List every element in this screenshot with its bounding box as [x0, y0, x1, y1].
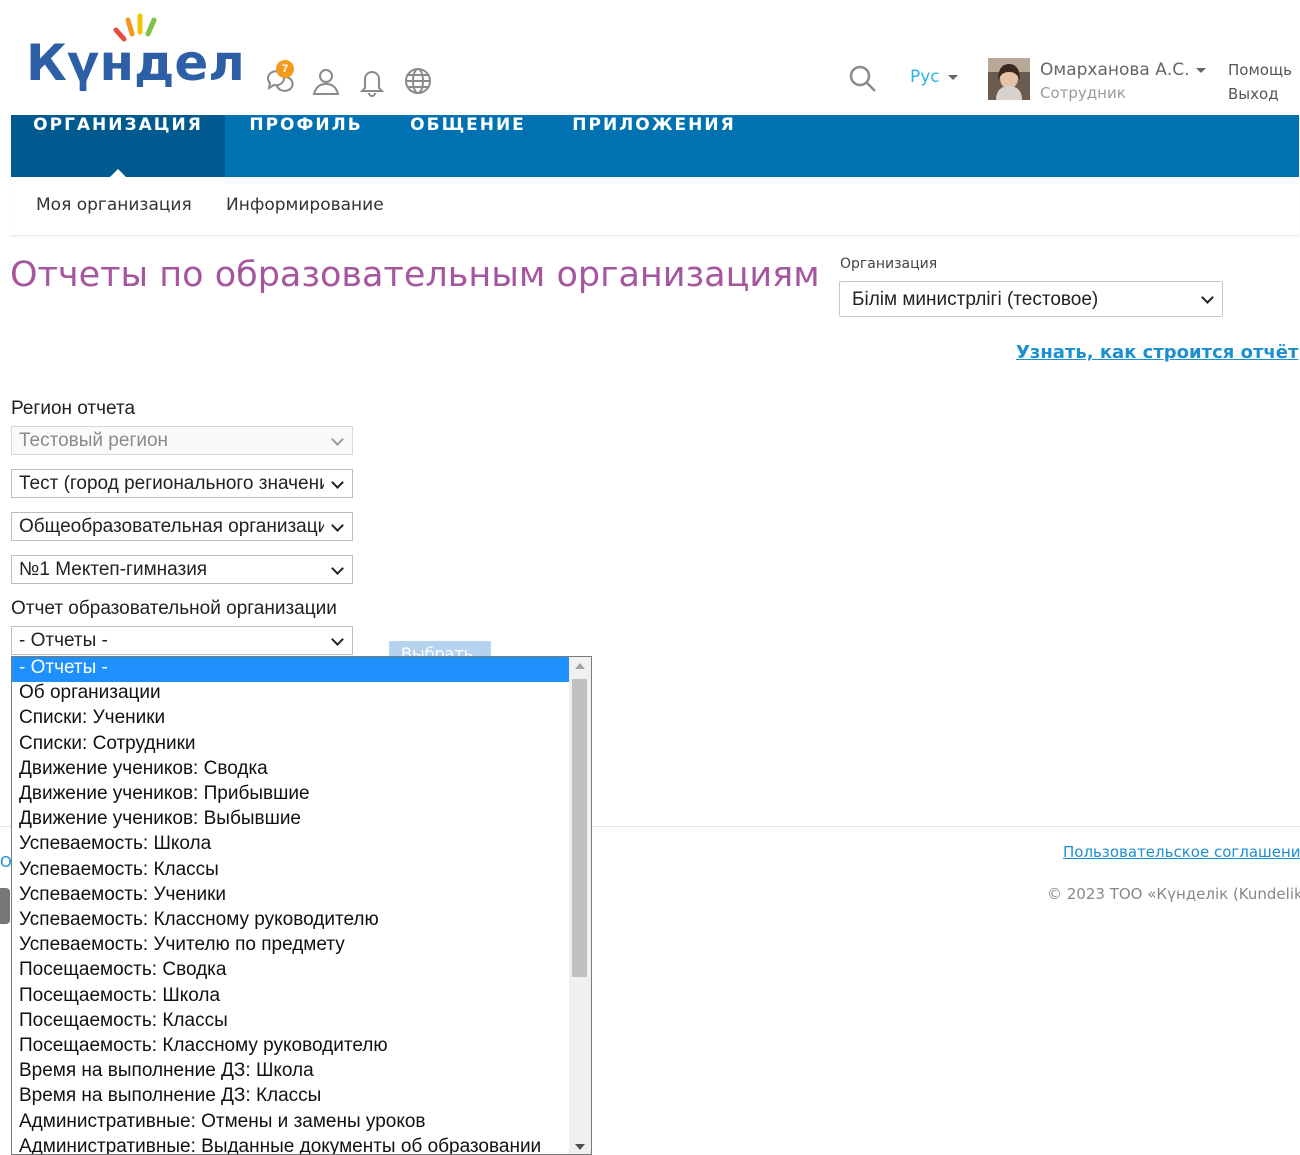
chevron-down-icon — [947, 74, 958, 80]
city-select[interactable]: Тест (город регионального значения) — [11, 469, 353, 498]
side-handle[interactable] — [0, 888, 10, 924]
chevron-down-icon — [1195, 67, 1206, 73]
user-icon[interactable] — [309, 64, 343, 98]
dropdown-option[interactable]: Успеваемость: Классы — [12, 859, 569, 884]
page-title: Отчеты по образовательным организациям — [10, 255, 820, 295]
dropdown-option[interactable]: Движение учеников: Сводка — [12, 758, 569, 783]
dropdown-option[interactable]: Посещаемость: Классы — [12, 1010, 569, 1035]
bell-icon[interactable] — [355, 64, 389, 98]
chat-icon[interactable]: 7 — [262, 60, 296, 98]
globe-icon[interactable] — [401, 64, 435, 98]
report-value: - Отчеты - — [19, 630, 108, 651]
school-value: №1 Мектеп-гимназия — [19, 559, 208, 580]
chevron-down-icon — [331, 432, 344, 446]
organization-type-value: Общеобразовательная организация — [19, 516, 324, 537]
language-selector[interactable]: Рус — [910, 67, 958, 87]
tab-communication[interactable]: ОБЩЕНИЕ — [387, 115, 549, 177]
dropdown-option[interactable]: Административные: Отмены и замены уроков — [12, 1111, 569, 1136]
dropdown-option[interactable]: Успеваемость: Школа — [12, 833, 569, 858]
subnav-informing[interactable]: Информирование — [226, 195, 384, 215]
chevron-down-icon — [331, 518, 344, 532]
tab-profile[interactable]: ПРОФИЛЬ — [225, 115, 387, 177]
organization-select[interactable]: Білім министрлігі (тестовое) — [839, 281, 1223, 317]
copyright: © 2023 ТОО «Күнделік (Kundelik)» — [1047, 885, 1300, 903]
dropdown-option[interactable]: Списки: Ученики — [12, 707, 569, 732]
tab-applications[interactable]: ПРИЛОЖЕНИЯ — [549, 115, 759, 177]
dropdown-option[interactable]: Время на выполнение ДЗ: Школа — [12, 1060, 569, 1085]
search-icon[interactable] — [848, 64, 878, 94]
select-button[interactable]: Выбрать — [389, 641, 491, 657]
sub-nav: Моя организация Информирование — [11, 177, 1299, 236]
dropdown-option[interactable]: Посещаемость: Классному руководителю — [12, 1035, 569, 1060]
report-dropdown-list[interactable]: - Отчеты - Об организации Списки: Ученики С… — [11, 656, 592, 1155]
logout-link[interactable]: Выход — [1228, 85, 1279, 103]
user-name: Омарханова А.С. — [1040, 60, 1190, 80]
report-label: Отчет образовательной организации — [11, 598, 337, 619]
region-value: Тестовый регион — [19, 430, 169, 451]
scroll-up-icon[interactable] — [575, 663, 585, 669]
organization-label: Организация — [840, 256, 938, 272]
user-role: Сотрудник — [1040, 84, 1126, 102]
kundelik-logo[interactable]: Күнделік — [24, 12, 244, 104]
dropdown-scrollbar[interactable] — [569, 657, 591, 1154]
dropdown-option[interactable]: Движение учеников: Выбывшие — [12, 808, 569, 833]
language-label: Рус — [910, 67, 940, 87]
dropdown-option[interactable]: Посещаемость: Сводка — [12, 959, 569, 984]
main-nav: ОРГАНИЗАЦИЯ ПРОФИЛЬ ОБЩЕНИЕ ПРИЛОЖЕНИЯ — [11, 115, 1299, 177]
region-label: Регион отчета — [11, 398, 136, 419]
avatar[interactable] — [988, 58, 1030, 100]
dropdown-option[interactable]: Административные: Выданные документы об … — [12, 1136, 569, 1154]
dropdown-option[interactable]: Успеваемость: Учителю по предмету — [12, 934, 569, 959]
school-select[interactable]: №1 Мектеп-гимназия — [11, 555, 353, 584]
organization-type-select[interactable]: Общеобразовательная организация — [11, 512, 353, 541]
dropdown-option[interactable]: - Отчеты - — [12, 657, 569, 682]
chevron-down-icon — [331, 561, 344, 575]
user-agreement-link[interactable]: Пользовательское соглашение — [1063, 843, 1300, 861]
dropdown-option[interactable]: Движение учеников: Прибывшие — [12, 783, 569, 808]
svg-text:Күнделік: Күнделік — [26, 34, 244, 92]
dropdown-option[interactable]: Об организации — [12, 682, 569, 707]
chevron-down-icon — [331, 632, 344, 646]
organization-value: Білім министрлігі (тестовое) — [852, 289, 1099, 310]
report-select[interactable]: - Отчеты - — [11, 626, 353, 655]
chevron-down-icon — [1201, 291, 1214, 304]
user-name-menu[interactable]: Омарханова А.С. — [1040, 60, 1206, 80]
how-report-built-link[interactable]: Узнать, как строится отчёт — [1016, 342, 1298, 363]
notification-badge: 7 — [276, 60, 294, 78]
chevron-down-icon — [331, 475, 344, 489]
region-select: Тестовый регион — [11, 426, 353, 455]
city-value: Тест (город регионального значения) — [19, 473, 324, 494]
dropdown-option[interactable]: Списки: Сотрудники — [12, 733, 569, 758]
tab-organization[interactable]: ОРГАНИЗАЦИЯ — [11, 115, 225, 177]
dropdown-option[interactable]: Посещаемость: Школа — [12, 985, 569, 1010]
dropdown-option[interactable]: Успеваемость: Классному руководителю — [12, 909, 569, 934]
scrollbar-thumb[interactable] — [572, 679, 587, 977]
subnav-my-organization[interactable]: Моя организация — [36, 195, 192, 215]
dropdown-option[interactable]: Время на выполнение ДЗ: Классы — [12, 1085, 569, 1110]
dropdown-option[interactable]: Успеваемость: Ученики — [12, 884, 569, 909]
scroll-down-icon[interactable] — [575, 1144, 585, 1150]
help-link[interactable]: Помощь — [1228, 61, 1292, 79]
